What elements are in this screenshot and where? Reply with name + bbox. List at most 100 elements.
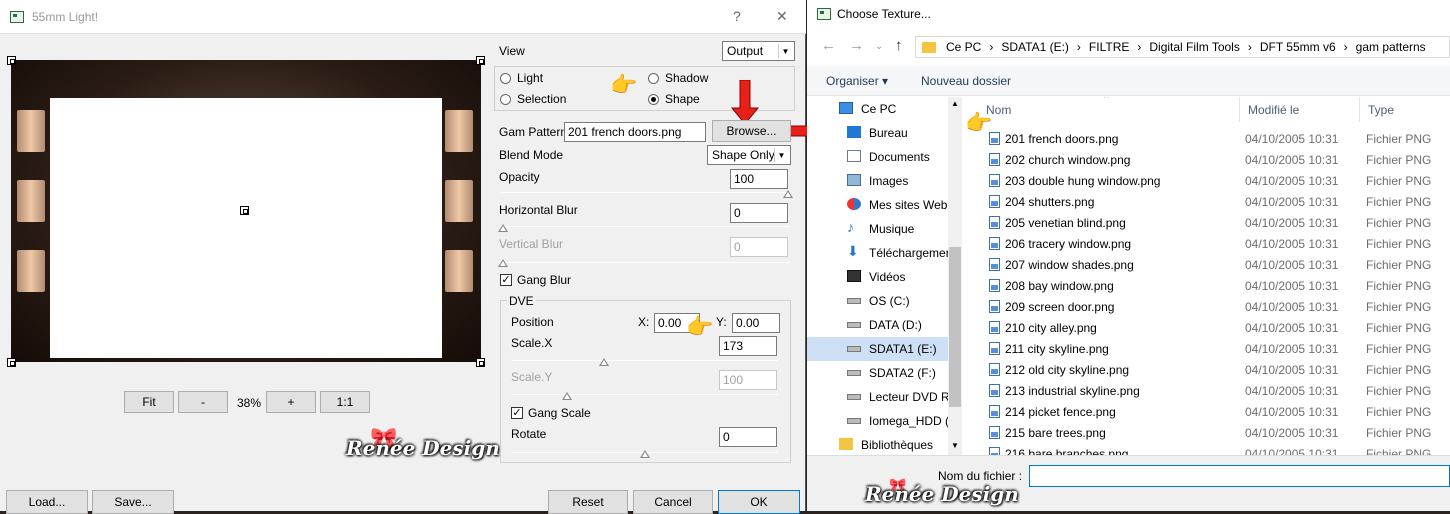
nav-item-mes-sites-web[interactable]: Mes sites Web bbox=[807, 193, 962, 217]
file-row[interactable]: 210 city alley.png 04/10/2005 10:31 Fichie… bbox=[963, 317, 1450, 338]
reset-button[interactable]: Reset bbox=[548, 490, 628, 514]
fit-button[interactable]: Fit bbox=[124, 391, 174, 413]
cancel-button[interactable]: Cancel bbox=[633, 490, 713, 514]
new-folder-button[interactable]: Nouveau dossier bbox=[921, 74, 1011, 88]
nav-scrollbar[interactable]: ▲ ▼ bbox=[948, 97, 962, 455]
nav-item-os-c[interactable]: OS (C:) bbox=[807, 289, 962, 313]
zoom-out-button[interactable]: - bbox=[178, 391, 228, 413]
horizontal-blur-slider-track[interactable] bbox=[500, 226, 790, 227]
resize-handle-bl[interactable] bbox=[7, 358, 16, 367]
file-row[interactable]: 215 bare trees.png 04/10/2005 10:31 Fichie… bbox=[963, 422, 1450, 443]
opacity-slider-track[interactable] bbox=[500, 192, 790, 193]
horizontal-blur-slider-thumb[interactable] bbox=[498, 224, 508, 232]
address-bar[interactable]: Ce PC › SDATA1 (E:) › FILTRE › Digital Film… bbox=[915, 36, 1450, 58]
breadcrumb-item[interactable]: SDATA1 (E:) bbox=[1001, 40, 1069, 54]
file-row[interactable]: 205 venetian blind.png 04/10/2005 10:31 Fi… bbox=[963, 212, 1450, 233]
breadcrumb-item[interactable]: Digital Film Tools bbox=[1149, 40, 1239, 54]
breadcrumb-item[interactable]: FILTRE bbox=[1089, 40, 1129, 54]
rotate-slider-thumb[interactable] bbox=[640, 450, 650, 458]
opacity-slider-thumb[interactable] bbox=[783, 190, 793, 198]
scale-x-field[interactable]: 173 bbox=[719, 336, 777, 356]
file-row[interactable]: 216 bare branches.png 04/10/2005 10:31 Fic… bbox=[963, 443, 1450, 455]
nav-item-musique[interactable]: ♪ Musique bbox=[807, 217, 962, 241]
browse-button[interactable]: Browse... bbox=[712, 120, 791, 142]
breadcrumb-item[interactable]: DFT 55mm v6 bbox=[1260, 40, 1336, 54]
nav-item-sdata2-f[interactable]: SDATA2 (F:) bbox=[807, 361, 962, 385]
ok-button[interactable]: OK bbox=[718, 490, 800, 514]
shape-area bbox=[50, 98, 442, 358]
png-file-icon bbox=[989, 447, 1000, 455]
back-arrow-icon[interactable]: ← bbox=[821, 37, 836, 54]
documents-icon bbox=[847, 150, 861, 162]
radio-shape[interactable] bbox=[648, 94, 659, 105]
file-row[interactable]: 209 screen door.png 04/10/2005 10:31 Fichi… bbox=[963, 296, 1450, 317]
view-select[interactable]: Output ▼ bbox=[722, 41, 795, 61]
png-file-icon bbox=[989, 384, 1000, 397]
nav-scrollbar-thumb[interactable] bbox=[949, 247, 961, 407]
nav-item-bibliotheques[interactable]: Bibliothèques bbox=[807, 433, 962, 455]
scroll-down-icon[interactable]: ▼ bbox=[951, 441, 959, 450]
radio-selection-label: Selection bbox=[517, 92, 567, 106]
chevron-down-icon[interactable]: ⌄ bbox=[875, 41, 883, 52]
scroll-up-icon[interactable]: ▲ bbox=[951, 99, 959, 108]
file-row[interactable]: 214 picket fence.png 04/10/2005 10:31 Fich… bbox=[963, 401, 1450, 422]
center-handle[interactable] bbox=[240, 206, 249, 215]
opacity-field[interactable]: 100 bbox=[730, 169, 788, 189]
file-row[interactable]: 208 bay window.png 04/10/2005 10:31 Fichie… bbox=[963, 275, 1450, 296]
file-row[interactable]: 204 shutters.png 04/10/2005 10:31 Fichier … bbox=[963, 191, 1450, 212]
y-label: Y: bbox=[716, 315, 727, 329]
column-header-type[interactable]: Type bbox=[1360, 97, 1450, 122]
one-to-one-button[interactable]: 1:1 bbox=[320, 391, 370, 413]
forward-arrow-icon[interactable]: → bbox=[849, 37, 864, 54]
nav-item-documents[interactable]: Documents bbox=[807, 145, 962, 169]
resize-handle-br[interactable] bbox=[476, 358, 485, 367]
gang-scale-checkbox[interactable]: ✓ bbox=[511, 407, 523, 419]
file-row[interactable]: 213 industrial skyline.png 04/10/2005 10:… bbox=[963, 380, 1450, 401]
position-y-field[interactable]: 0.00 bbox=[732, 313, 780, 333]
blend-mode-select[interactable]: Shape Only ▼ bbox=[707, 145, 791, 165]
radio-shadow[interactable] bbox=[648, 73, 659, 84]
scale-x-slider-track[interactable] bbox=[512, 360, 778, 361]
organize-button[interactable]: Organiser ▾ bbox=[826, 74, 888, 88]
file-type: Fichier PNG bbox=[1366, 195, 1432, 209]
resize-handle-tl[interactable] bbox=[7, 56, 16, 65]
nav-item-videos[interactable]: Vidéos bbox=[807, 265, 962, 289]
rotate-field[interactable]: 0 bbox=[719, 427, 777, 447]
nav-item-iomega[interactable]: Iomega_HDD ( bbox=[807, 409, 962, 433]
file-row[interactable]: 206 tracery window.png 04/10/2005 10:31 Fi… bbox=[963, 233, 1450, 254]
file-row[interactable]: 212 old city skyline.png 04/10/2005 10:31… bbox=[963, 359, 1450, 380]
column-header-modified[interactable]: Modifié le bbox=[1240, 97, 1360, 122]
nav-item-sdata1-e[interactable]: SDATA1 (E:) bbox=[807, 337, 962, 361]
nav-item-images[interactable]: Images bbox=[807, 169, 962, 193]
file-name: 201 french doors.png bbox=[1005, 132, 1119, 146]
nav-item-dvd[interactable]: Lecteur DVD RW bbox=[807, 385, 962, 409]
nav-item-bureau[interactable]: Bureau bbox=[807, 121, 962, 145]
file-row[interactable]: 211 city skyline.png 04/10/2005 10:31 Fich… bbox=[963, 338, 1450, 359]
save-button[interactable]: Save... bbox=[92, 490, 174, 514]
load-button[interactable]: Load... bbox=[6, 490, 88, 514]
nav-item-telechargements[interactable]: ⬇ Téléchargemer bbox=[807, 241, 962, 265]
file-row[interactable]: 203 double hung window.png 04/10/2005 10:… bbox=[963, 170, 1450, 191]
breadcrumb-item[interactable]: Ce PC bbox=[946, 40, 981, 54]
close-button[interactable]: ✕ bbox=[776, 8, 788, 25]
file-row[interactable]: 202 church window.png 04/10/2005 10:31 Fic… bbox=[963, 149, 1450, 170]
file-type: Fichier PNG bbox=[1366, 321, 1432, 335]
breadcrumb-item[interactable]: gam patterns bbox=[1356, 40, 1426, 54]
radio-selection[interactable] bbox=[500, 94, 511, 105]
file-row[interactable]: 207 window shades.png 04/10/2005 10:31 Fic… bbox=[963, 254, 1450, 275]
scale-x-slider-thumb[interactable] bbox=[599, 358, 609, 366]
file-row[interactable]: 201 french doors.png 04/10/2005 10:31 Fich… bbox=[963, 128, 1450, 149]
gang-blur-checkbox[interactable]: ✓ bbox=[500, 274, 512, 286]
file-type: Fichier PNG bbox=[1366, 132, 1432, 146]
horizontal-blur-field[interactable]: 0 bbox=[730, 203, 788, 223]
nav-item-data-d[interactable]: DATA (D:) bbox=[807, 313, 962, 337]
help-button[interactable]: ? bbox=[733, 8, 741, 24]
gam-pattern-field[interactable]: 201 french doors.png bbox=[564, 122, 706, 142]
zoom-in-button[interactable]: + bbox=[266, 391, 316, 413]
resize-handle-tr[interactable] bbox=[476, 56, 485, 65]
radio-light[interactable] bbox=[500, 73, 511, 84]
filename-input[interactable] bbox=[1029, 465, 1450, 487]
column-header-name[interactable]: Nom bbox=[978, 97, 1240, 122]
up-arrow-icon[interactable]: ↑ bbox=[895, 37, 903, 54]
nav-item-ce-pc[interactable]: Ce PC bbox=[807, 97, 962, 121]
